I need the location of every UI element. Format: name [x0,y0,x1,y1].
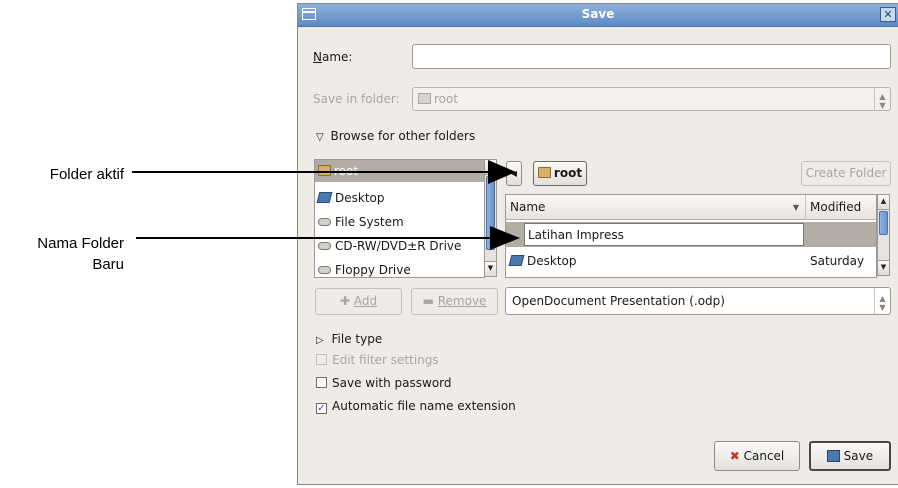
window-title: Save [581,7,615,21]
path-root-label: root [553,166,583,180]
column-name-label: Name [510,200,546,214]
cancel-icon: ✖ [729,449,740,463]
desktop-icon [508,255,525,266]
combo-arrows-icon: ▲ ▼ [874,88,890,110]
place-item-cd-drive[interactable]: CD-RW/DVD±R Drive [315,235,484,257]
file-type-expander[interactable]: ▷ File type [316,332,382,346]
annotation-line-2: Baru [92,256,124,273]
file-type-label: File type [331,332,383,346]
place-label: Floppy Drive [335,263,411,277]
close-icon[interactable]: ✕ [880,7,896,22]
places-scrollbar[interactable]: ▲ ▼ [484,159,497,277]
browse-expander[interactable]: ▽ Browse for other folders [316,129,475,143]
optical-drive-icon [318,242,331,250]
scroll-thumb[interactable] [879,211,888,235]
auto-extension-label: Automatic file name extension [332,399,516,413]
save-in-folder-label: Save in folder: [313,92,400,106]
path-back-button[interactable]: ◀ [506,161,522,186]
column-header-modified[interactable]: Modified [806,195,876,220]
cancel-label: Cancel [743,449,785,463]
annotation-folder-aktif: Folder aktif [49,166,124,183]
scroll-down-icon[interactable]: ▼ [485,261,496,276]
save-in-folder-value: root [434,92,459,106]
file-list[interactable]: Name ▼ Modified Latihan Impress Desktop … [505,194,877,278]
new-folder-row[interactable]: Latihan Impress [506,222,876,247]
file-list-scrollbar[interactable]: ▲ ▼ [877,194,890,276]
path-root-button[interactable]: root [533,161,587,186]
places-list[interactable]: root Desktop File System CD-RW/DVD±R Dri… [314,159,485,278]
save-password-label: Save with password [332,376,452,390]
edit-filter-option[interactable]: Edit filter settings [316,353,439,367]
place-label: CD-RW/DVD±R Drive [335,239,462,253]
file-row[interactable]: Desktop Saturday [506,249,876,273]
auto-extension-option[interactable]: ✓ Automatic file name extension [316,399,516,414]
home-folder-icon [537,167,551,178]
place-item-file-system[interactable]: File System [315,211,484,233]
combo-arrows-icon: ▲ ▼ [874,288,890,314]
scroll-thumb[interactable] [486,176,495,250]
title-bar[interactable]: Save ✕ [298,4,898,27]
place-label: root [334,164,359,178]
remove-button[interactable]: ▬ Remove [411,288,498,315]
place-label: Desktop [335,191,385,205]
auto-extension-checkbox[interactable]: ✓ [316,403,327,414]
scroll-up-icon[interactable]: ▲ [485,160,496,175]
place-label: File System [335,215,404,229]
add-icon: ✚ [339,294,350,308]
sort-down-icon: ▼ [792,203,799,212]
expander-closed-icon: ▷ [316,335,324,346]
scroll-down-icon[interactable]: ▼ [878,260,889,275]
drive-icon [318,218,331,226]
save-dialog: Save ✕ Name: Save in folder: root ▲ ▼ ▽ B… [297,3,898,485]
new-folder-name-input[interactable]: Latihan Impress [524,223,804,246]
home-folder-icon [418,93,431,104]
desktop-icon [316,192,333,203]
scroll-up-icon[interactable]: ▲ [878,195,889,210]
name-field[interactable] [412,44,891,69]
save-button[interactable]: Save [809,441,891,471]
file-name: Desktop [527,254,577,268]
annotation-line-1: Nama Folder [37,235,124,252]
new-folder-name-value: Latihan Impress [528,228,624,242]
add-button[interactable]: ✚ Add [315,288,402,315]
save-password-option[interactable]: Save with password [316,376,452,390]
place-item-root[interactable]: root [315,160,484,182]
floppy-drive-icon [318,266,331,274]
edit-filter-checkbox[interactable] [316,354,327,365]
file-filter-combo[interactable]: OpenDocument Presentation (.odp) ▲ ▼ [505,287,891,315]
name-label: Name: [313,50,353,64]
column-header-name[interactable]: Name ▼ [506,195,806,220]
add-label: Add [353,294,378,308]
save-in-folder-combo[interactable]: root ▲ ▼ [412,87,891,111]
file-modified: Saturday [810,254,865,268]
expander-open-icon: ▽ [316,132,324,143]
save-label: Save [843,449,874,463]
name-label-rest: ame: [321,50,353,64]
create-folder-button[interactable]: Create Folder [801,161,891,186]
place-item-floppy[interactable]: Floppy Drive [315,259,484,277]
home-folder-icon [318,165,331,176]
browse-label: Browse for other folders [330,129,476,143]
remove-icon: ▬ [422,294,434,308]
save-password-checkbox[interactable] [316,377,327,388]
edit-filter-label: Edit filter settings [332,353,439,367]
place-item-desktop[interactable]: Desktop [315,187,484,209]
save-icon [826,450,840,462]
cancel-button[interactable]: ✖ Cancel [714,441,800,471]
filter-value: OpenDocument Presentation (.odp) [512,294,725,308]
remove-label: Remove [437,294,487,308]
annotation-nama-folder-baru: Nama Folder Baru [20,233,124,275]
